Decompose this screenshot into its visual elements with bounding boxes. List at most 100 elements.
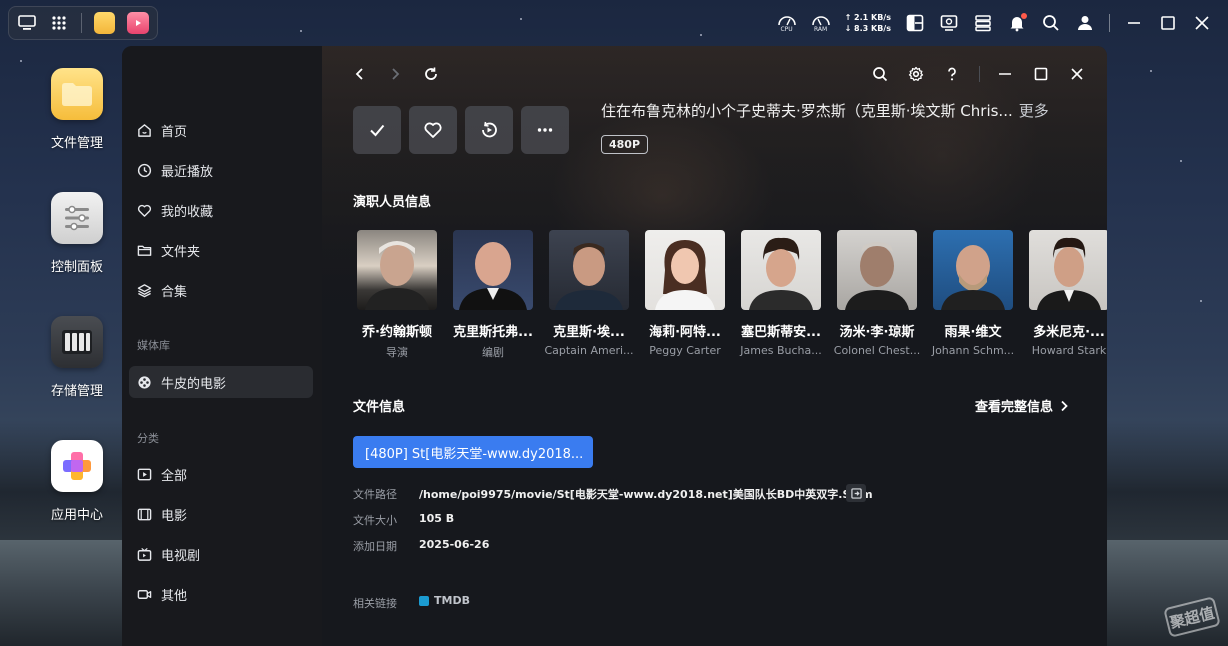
sidebar-item-favorites[interactable]: 我的收藏 bbox=[129, 194, 313, 226]
favorite-button[interactable] bbox=[409, 106, 457, 154]
task-manager-icon[interactable] bbox=[973, 13, 993, 33]
media-library-section-title: 媒体库 bbox=[137, 339, 170, 352]
minimize-all-icon[interactable] bbox=[1124, 13, 1144, 33]
file-manager-taskbar-icon[interactable] bbox=[93, 12, 116, 34]
help-button[interactable] bbox=[942, 64, 962, 84]
open-path-button[interactable] bbox=[846, 484, 866, 502]
desktop-icon-label: 文件管理 bbox=[50, 136, 103, 151]
replay-button[interactable] bbox=[465, 106, 513, 154]
added-date-label: 添加日期 bbox=[353, 540, 397, 553]
film-reel-icon bbox=[138, 375, 151, 389]
layout-icon[interactable] bbox=[905, 13, 925, 33]
cpu-label: CPU bbox=[780, 25, 793, 33]
cast-card[interactable]: 克里斯·埃... Captain Ameri... bbox=[544, 230, 634, 357]
cast-name: 海莉·阿特... bbox=[649, 325, 721, 340]
cast-photo bbox=[741, 230, 821, 310]
sidebar-item-label: 牛皮的电影 bbox=[161, 376, 227, 392]
notification-dot bbox=[1021, 13, 1027, 19]
download-speed: ↓ 8.3 KB/s bbox=[844, 24, 891, 33]
desktop-control-panel[interactable]: 控制面板 bbox=[40, 192, 114, 275]
home-icon bbox=[138, 123, 151, 137]
related-links-label: 相关链接 bbox=[353, 597, 397, 610]
folder-icon bbox=[51, 68, 103, 120]
settings-button[interactable] bbox=[906, 64, 926, 84]
desktop-icon-label: 存储管理 bbox=[50, 384, 103, 399]
minimize-button[interactable] bbox=[995, 64, 1015, 84]
cast-photo bbox=[933, 230, 1013, 310]
cast-photo bbox=[837, 230, 917, 310]
mark-watched-button[interactable] bbox=[353, 106, 401, 154]
movie-overview: 住在布鲁克林的小个子史蒂夫·罗杰斯（克里斯·埃文斯 Chris... 更多 bbox=[601, 100, 1049, 121]
overview-more-link[interactable]: 更多 bbox=[1019, 102, 1049, 120]
video-player-taskbar-icon[interactable] bbox=[127, 12, 149, 34]
sidebar-item-label: 电影 bbox=[161, 508, 188, 524]
sidebar-item-home[interactable]: 首页 bbox=[129, 114, 313, 146]
view-full-info-link[interactable]: 查看完整信息 bbox=[975, 396, 1069, 415]
sidebar-item-movies[interactable]: 电影 bbox=[129, 498, 313, 530]
sidebar: 首页 最近播放 我的收藏 文件夹 合集 媒体库 牛皮的电影 分类 全部 电影 电… bbox=[122, 46, 322, 646]
sidebar-item-label: 最近播放 bbox=[161, 164, 214, 180]
film-strip-icon bbox=[137, 508, 152, 520]
tmdb-link[interactable]: TMDB bbox=[419, 594, 470, 607]
user-icon[interactable] bbox=[1075, 13, 1095, 33]
monitor-icon[interactable] bbox=[939, 13, 959, 33]
tmdb-label: TMDB bbox=[434, 594, 470, 607]
cast-card[interactable]: 汤米·李·琼斯 Colonel Chest... bbox=[834, 230, 920, 357]
maximize-icon[interactable] bbox=[1158, 13, 1178, 33]
search-icon[interactable] bbox=[1041, 13, 1061, 33]
sidebar-item-label: 电视剧 bbox=[161, 548, 201, 564]
desktop-file-manager[interactable]: 文件管理 bbox=[40, 68, 114, 151]
refresh-icon bbox=[425, 67, 437, 80]
app-launcher-grid-icon[interactable] bbox=[49, 13, 69, 33]
more-actions-button[interactable] bbox=[521, 106, 569, 154]
sidebar-item-folders[interactable]: 文件夹 bbox=[129, 234, 313, 266]
added-date-value: 2025-06-26 bbox=[419, 538, 490, 551]
cast-card[interactable]: 塞巴斯蒂安... James Bucha... bbox=[740, 230, 822, 357]
sidebar-item-recent[interactable]: 最近播放 bbox=[129, 154, 313, 186]
forward-button[interactable] bbox=[385, 64, 405, 84]
ram-meter[interactable]: RAM bbox=[811, 14, 831, 33]
network-speed[interactable]: ↑ 2.1 KB/s ↓ 8.3 KB/s bbox=[845, 12, 891, 34]
movie-detail-content: 住在布鲁克林的小个子史蒂夫·罗杰斯（克里斯·埃文斯 Chris... 更多 480… bbox=[322, 46, 1107, 646]
cast-name: 雨果·维文 bbox=[944, 325, 1002, 340]
file-version-button[interactable]: [480P] St[电影天堂-www.dy2018... bbox=[353, 436, 593, 468]
play-square-icon bbox=[137, 468, 152, 480]
back-button[interactable] bbox=[350, 64, 370, 84]
heart-icon bbox=[424, 122, 442, 138]
upload-speed: ↑ 2.1 KB/s bbox=[844, 13, 891, 22]
folder-icon bbox=[137, 245, 152, 256]
cast-card[interactable]: 多米尼克·... Howard Stark bbox=[1029, 230, 1107, 357]
desktop-app-center[interactable]: 应用中心 bbox=[40, 440, 114, 523]
desktop-storage-manager[interactable]: 存储管理 bbox=[40, 316, 114, 399]
close-icon[interactable] bbox=[1192, 13, 1212, 33]
category-section-title: 分类 bbox=[137, 432, 159, 445]
refresh-button[interactable] bbox=[421, 64, 441, 84]
search-button[interactable] bbox=[870, 64, 890, 84]
sidebar-item-collections[interactable]: 合集 bbox=[129, 274, 313, 306]
cast-card[interactable]: 雨果·维文 Johann Schm... bbox=[932, 230, 1014, 357]
sidebar-item-library-movies[interactable]: 牛皮的电影 bbox=[129, 366, 313, 398]
sidebar-item-tv-shows[interactable]: 电视剧 bbox=[129, 538, 313, 570]
maximize-button[interactable] bbox=[1031, 64, 1051, 84]
window-controls-divider bbox=[979, 66, 980, 82]
taskbar-divider bbox=[80, 13, 82, 33]
gear-icon bbox=[908, 66, 924, 81]
notification-bell-icon[interactable] bbox=[1007, 13, 1027, 33]
close-button[interactable] bbox=[1067, 64, 1087, 84]
storage-drives-icon bbox=[51, 316, 103, 368]
cast-card[interactable]: 克里斯托弗... 编剧 bbox=[453, 230, 533, 360]
sidebar-item-label: 其他 bbox=[161, 588, 188, 604]
sidebar-item-other[interactable]: 其他 bbox=[129, 578, 313, 610]
cast-card[interactable]: 海莉·阿特... Peggy Carter bbox=[645, 230, 725, 357]
cast-name: 克里斯托弗... bbox=[453, 325, 533, 340]
show-desktop-icon[interactable] bbox=[17, 13, 37, 33]
sidebar-item-all[interactable]: 全部 bbox=[129, 458, 313, 490]
taskbar-left bbox=[8, 6, 158, 40]
replay-icon bbox=[482, 121, 497, 138]
more-horizontal-icon bbox=[537, 128, 553, 132]
cast-card[interactable]: 乔·约翰斯顿 导演 bbox=[357, 230, 437, 360]
chevron-left-icon bbox=[355, 68, 363, 80]
cast-name: 多米尼克·... bbox=[1033, 325, 1105, 340]
cpu-meter[interactable]: CPU bbox=[777, 14, 797, 33]
cast-role: Peggy Carter bbox=[649, 344, 721, 357]
